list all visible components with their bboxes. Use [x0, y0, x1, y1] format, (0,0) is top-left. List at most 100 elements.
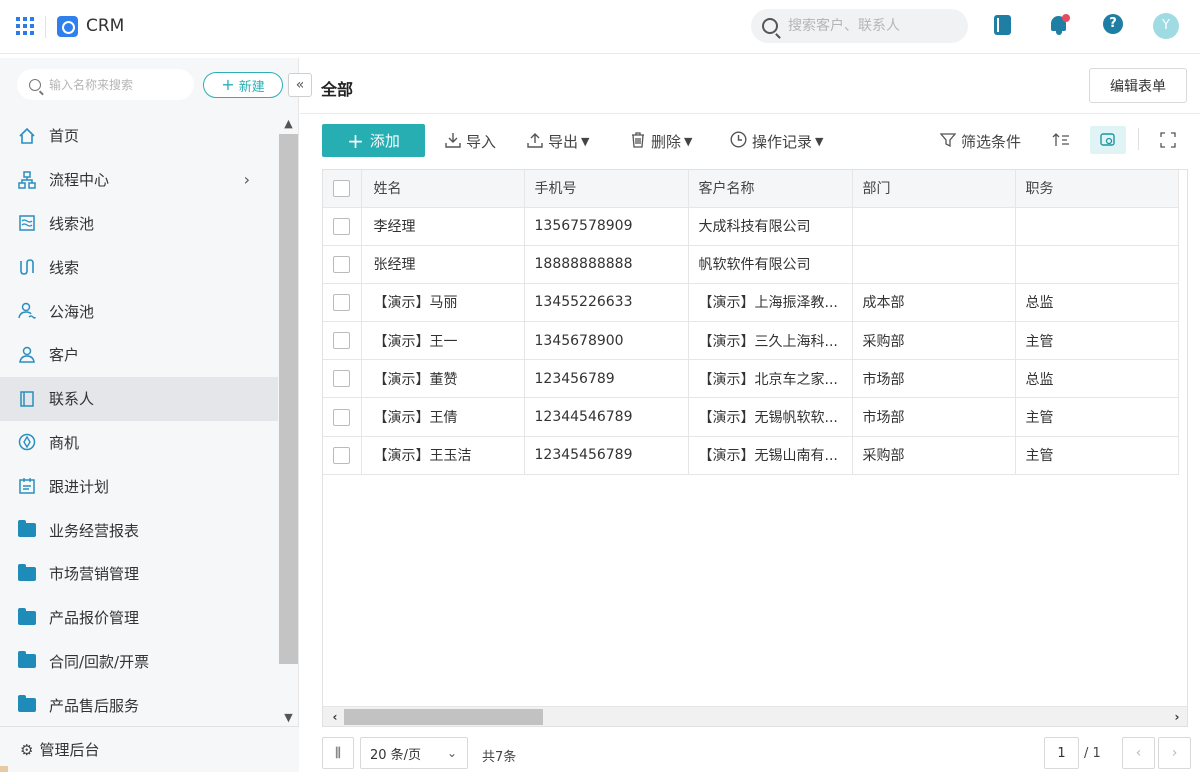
sidebar-search-input[interactable]: [49, 77, 189, 92]
search-icon: [29, 78, 41, 91]
table-row[interactable]: 【演示】王倩 12344546789 【演示】无锡帆软软... 市场部 主管: [323, 397, 1179, 437]
edit-form-button[interactable]: 编辑表单: [1089, 68, 1187, 103]
sidebar-item-label: 合同/回款/开票: [49, 652, 150, 671]
search-icon: [762, 18, 778, 34]
sidebar-search[interactable]: [17, 69, 194, 100]
sidebar-item-label: 产品报价管理: [49, 609, 140, 628]
table-row[interactable]: 张经理 18888888888 帆软软件有限公司: [323, 245, 1179, 284]
select-all-checkbox[interactable]: [333, 179, 351, 197]
sidebar-item-flow-center[interactable]: 流程中心 ›: [0, 158, 278, 202]
top-header: CRM ? Y: [0, 0, 1200, 54]
column-header[interactable]: 部门: [852, 170, 1016, 208]
scroll-up-icon[interactable]: ▲: [278, 114, 299, 134]
table-cell: 张经理: [361, 245, 525, 284]
fullscreen-icon[interactable]: [1155, 127, 1181, 153]
column-header[interactable]: 客户名称: [688, 170, 853, 208]
export-button[interactable]: 导出 ▼: [527, 131, 589, 152]
table-cell: 12345456789: [524, 436, 689, 475]
scroll-right-icon[interactable]: ›: [1167, 707, 1187, 726]
admin-console-link[interactable]: ⚙ 管理后台: [0, 726, 299, 772]
table-row[interactable]: 李经理 13567578909 大成科技有限公司: [323, 207, 1179, 246]
table-cell: 主管: [1015, 436, 1179, 475]
sidebar-scroll-thumb[interactable]: [279, 134, 298, 664]
table-row[interactable]: 【演示】王一 1345678900 【演示】三久上海科... 采购部 主管: [323, 321, 1179, 361]
sort-icon[interactable]: [1048, 127, 1074, 153]
table-cell: 大成科技有限公司: [688, 207, 853, 246]
sidebar-item-marketing[interactable]: 市场营销管理: [0, 552, 278, 596]
row-checkbox[interactable]: [333, 293, 351, 311]
table-row[interactable]: 【演示】董赞 123456789 【演示】北京车之家... 市场部 总监: [323, 359, 1179, 399]
table-cell: 【演示】王一: [361, 321, 525, 361]
row-checkbox[interactable]: [333, 217, 351, 235]
row-checkbox[interactable]: [333, 332, 351, 350]
prev-page-button[interactable]: ‹: [1122, 737, 1155, 769]
table-cell: 12344546789: [524, 397, 689, 437]
import-label: 导入: [466, 133, 497, 151]
collapse-sidebar-icon[interactable]: «: [288, 73, 312, 97]
pagination: ⫼ 20 条/页 ⌄ 共7条 / 1 ‹ ›: [300, 730, 1200, 772]
sidebar-item-after-sales[interactable]: 产品售后服务: [0, 683, 278, 727]
sidebar-item-label: 客户: [49, 346, 80, 365]
sidebar-item-lead[interactable]: 线索: [0, 245, 278, 289]
view-toggle-icon[interactable]: [1090, 126, 1126, 154]
sidebar-item-lead-pool[interactable]: 线索池: [0, 202, 278, 246]
pool-icon: [18, 214, 36, 232]
new-button-label: 新建: [238, 79, 265, 95]
add-button[interactable]: + 添加: [322, 124, 425, 157]
table-cell: 【演示】王倩: [361, 397, 525, 437]
table-cell: [852, 245, 1016, 284]
plus-icon: +: [221, 75, 235, 94]
filter-button[interactable]: 筛选条件: [939, 131, 1021, 152]
row-checkbox[interactable]: [333, 370, 351, 388]
customer-icon: [18, 346, 36, 364]
help-icon[interactable]: ?: [1103, 14, 1123, 34]
avatar[interactable]: Y: [1153, 13, 1179, 39]
lead-icon: [18, 258, 36, 276]
plus-icon: +: [347, 128, 364, 153]
import-button[interactable]: 导入: [445, 131, 496, 152]
row-checkbox[interactable]: [333, 255, 351, 273]
column-header[interactable]: 职务: [1015, 170, 1179, 208]
toolbar-divider: [1138, 128, 1139, 150]
add-button-label: 添加: [369, 132, 400, 150]
table-horizontal-scrollbar[interactable]: ‹ ›: [323, 706, 1187, 726]
column-header[interactable]: 姓名: [361, 170, 525, 208]
sidebar-nav: 首页 流程中心 › 线索池 线索 公海池 客户 联系人 商机 跟进计划 业务经营…: [0, 114, 278, 727]
folder-icon: [18, 520, 36, 539]
new-button[interactable]: + 新建: [203, 72, 283, 98]
table-cell: 主管: [1015, 321, 1179, 361]
sidebar-item-opportunity[interactable]: 商机: [0, 421, 278, 465]
table-scroll-thumb[interactable]: [344, 709, 543, 725]
sidebar-item-follow-plan[interactable]: 跟进计划: [0, 464, 278, 508]
table-row[interactable]: 【演示】王玉洁 12345456789 【演示】无锡山南有... 采购部 主管: [323, 436, 1179, 475]
sidebar-item-quotation[interactable]: 产品报价管理: [0, 596, 278, 640]
notebook-icon[interactable]: [994, 15, 1011, 35]
sidebar-item-customer[interactable]: 客户: [0, 333, 278, 377]
sidebar-item-contacts[interactable]: 联系人: [0, 376, 278, 421]
sidebar-item-public-pool[interactable]: 公海池: [0, 289, 278, 333]
column-header[interactable]: 手机号: [524, 170, 689, 208]
sidebar-item-business-report[interactable]: 业务经营报表: [0, 508, 278, 552]
sidebar-item-label: 流程中心: [49, 171, 110, 190]
bell-icon[interactable]: [1049, 14, 1070, 36]
column-settings-icon[interactable]: ⫼: [322, 737, 354, 769]
next-page-button[interactable]: ›: [1158, 737, 1191, 769]
sidebar-item-label: 商机: [49, 433, 80, 452]
trash-icon: [630, 131, 646, 152]
apps-grid-icon[interactable]: [16, 17, 34, 35]
sidebar-item-contract[interactable]: 合同/回款/开票: [0, 640, 278, 684]
sidebar-scrollbar[interactable]: ▲ ▼: [278, 114, 299, 728]
scroll-down-icon[interactable]: ▼: [278, 708, 299, 728]
delete-button[interactable]: 删除 ▼: [630, 131, 692, 152]
table-row[interactable]: 【演示】马丽 13455226633 【演示】上海振泽教... 成本部 总监: [323, 283, 1179, 323]
row-checkbox[interactable]: [333, 408, 351, 426]
global-search[interactable]: [751, 9, 968, 43]
row-checkbox[interactable]: [333, 446, 351, 464]
operation-log-button[interactable]: 操作记录 ▼: [730, 131, 823, 152]
sidebar-item-home[interactable]: 首页: [0, 114, 278, 158]
table-cell: 主管: [1015, 397, 1179, 437]
scroll-left-icon[interactable]: ‹: [325, 707, 345, 726]
page-number-input[interactable]: [1044, 737, 1079, 769]
page-size-select[interactable]: 20 条/页 ⌄: [360, 737, 468, 769]
global-search-input[interactable]: [788, 18, 958, 34]
